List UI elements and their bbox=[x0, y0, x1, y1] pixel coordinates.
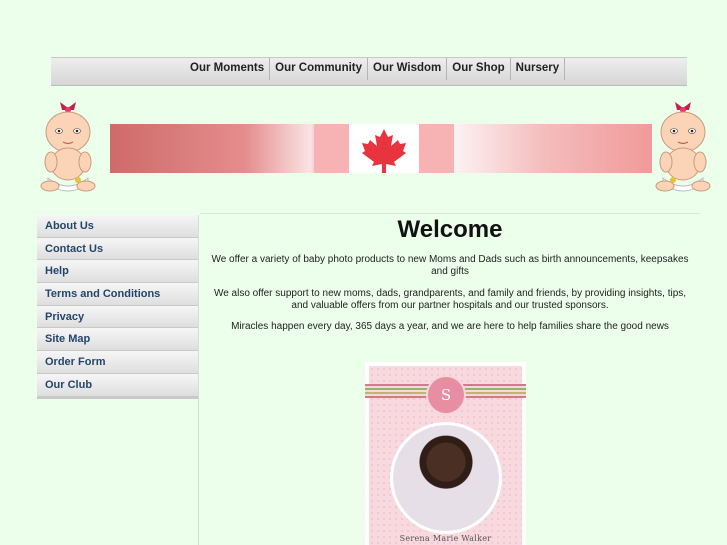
top-navigation: Our Moments Our Community Our Wisdom Our… bbox=[51, 57, 687, 86]
page-title: Welcome bbox=[397, 216, 503, 243]
baby-name-caption: Serena Marie Walker bbox=[399, 534, 492, 543]
birth-announcement-card[interactable]: S Serena Marie Walker bbox=[365, 362, 526, 545]
main-content: Welcome We offer a variety of baby photo… bbox=[207, 216, 693, 333]
sidebar-bottom-border bbox=[37, 396, 199, 399]
nav-our-wisdom[interactable]: Our Wisdom bbox=[368, 58, 448, 80]
column-divider bbox=[198, 215, 199, 545]
monogram-badge: S bbox=[426, 375, 466, 415]
sidebar-item-terms[interactable]: Terms and Conditions bbox=[37, 283, 199, 306]
sidebar-item-order-form[interactable]: Order Form bbox=[37, 351, 199, 374]
miracles-paragraph: Miracles happen every day, 365 days a ye… bbox=[231, 321, 669, 332]
baby-photo bbox=[390, 422, 502, 534]
sidebar-item-our-club[interactable]: Our Club bbox=[37, 373, 199, 397]
sidebar-menu: About Us Contact Us Help Terms and Condi… bbox=[37, 215, 199, 399]
top-nav-items: Our Moments Our Community Our Wisdom Our… bbox=[185, 58, 566, 80]
baby-illustration-icon bbox=[40, 102, 96, 192]
nav-nursery[interactable]: Nursery bbox=[511, 58, 566, 80]
sidebar-item-site-map[interactable]: Site Map bbox=[37, 328, 199, 352]
baby-photo-image bbox=[393, 425, 499, 531]
nav-our-community[interactable]: Our Community bbox=[270, 58, 369, 80]
intro-paragraph: We offer a variety of baby photo product… bbox=[211, 254, 689, 277]
canada-flag-icon bbox=[314, 124, 454, 173]
banner-right-gradient bbox=[454, 124, 652, 173]
nav-our-moments[interactable]: Our Moments bbox=[185, 58, 271, 80]
sidebar-item-privacy[interactable]: Privacy bbox=[37, 305, 199, 329]
content-divider bbox=[200, 213, 700, 214]
sidebar-item-about-us[interactable]: About Us bbox=[37, 215, 199, 238]
baby-illustration-icon bbox=[655, 102, 711, 192]
nav-our-shop[interactable]: Our Shop bbox=[447, 58, 511, 80]
support-paragraph: We also offer support to new moms, dads,… bbox=[213, 288, 687, 311]
sidebar-item-help[interactable]: Help bbox=[37, 260, 199, 284]
sidebar-item-contact-us[interactable]: Contact Us bbox=[37, 237, 199, 261]
